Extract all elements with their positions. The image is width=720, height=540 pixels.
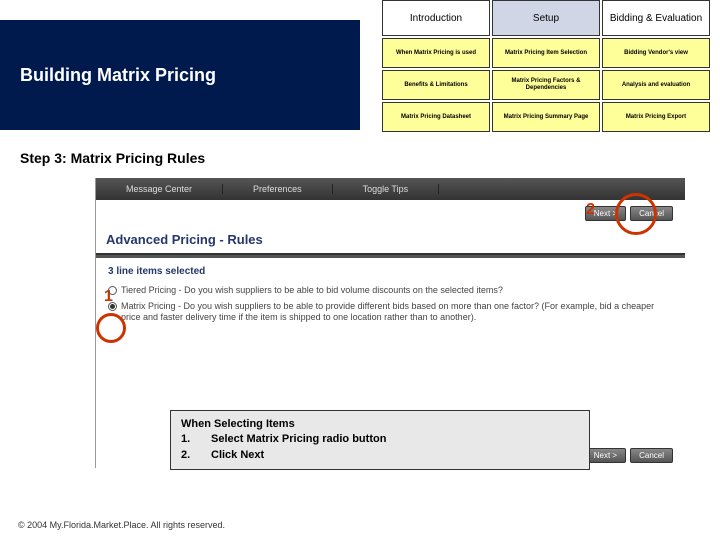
title-banner: Building Matrix Pricing: [0, 20, 360, 130]
topic-factors[interactable]: Matrix Pricing Factors & Dependencies: [492, 70, 600, 100]
panel-title: Advanced Pricing - Rules: [96, 226, 685, 255]
topic-item-selection[interactable]: Matrix Pricing Item Selection: [492, 38, 600, 68]
cancel-button-bottom[interactable]: Cancel: [630, 448, 673, 463]
callout-num-1: 1.: [181, 432, 211, 447]
header-toggle-tips[interactable]: Toggle Tips: [333, 184, 440, 194]
tab-setup[interactable]: Setup: [492, 0, 600, 36]
option-tiered-label: Tiered Pricing - Do you wish suppliers t…: [121, 285, 503, 297]
next-button-bottom[interactable]: Next >: [585, 448, 626, 463]
app-header-bar: Message Center Preferences Toggle Tips: [96, 178, 685, 200]
header-message-center[interactable]: Message Center: [96, 184, 223, 194]
topic-datasheet[interactable]: Matrix Pricing Datasheet: [382, 102, 490, 132]
callout-step-2: Click Next: [211, 448, 264, 463]
marker-2: 2: [586, 201, 595, 219]
items-selected-label: 3 line items selected: [108, 266, 673, 277]
copyright: © 2004 My.Florida.Market.Place. All righ…: [18, 520, 225, 530]
cancel-button-top[interactable]: Cancel: [630, 206, 673, 221]
topic-vendor-view[interactable]: Bidding Vendor's view: [602, 38, 710, 68]
panel-body: 1 3 line items selected Tiered Pricing -…: [96, 258, 685, 336]
option-matrix-pricing[interactable]: Matrix Pricing - Do you wish suppliers t…: [108, 301, 673, 324]
callout-title: When Selecting Items: [181, 417, 579, 432]
topic-when-used[interactable]: When Matrix Pricing is used: [382, 38, 490, 68]
topic-summary[interactable]: Matrix Pricing Summary Page: [492, 102, 600, 132]
option-tiered-pricing[interactable]: Tiered Pricing - Do you wish suppliers t…: [108, 285, 673, 297]
topic-benefits[interactable]: Benefits & Limitations: [382, 70, 490, 100]
radio-tiered[interactable]: [108, 286, 117, 295]
header-preferences[interactable]: Preferences: [223, 184, 333, 194]
section-tabs: Introduction Setup Bidding & Evaluation: [382, 0, 710, 36]
callout-step-1: Select Matrix Pricing radio button: [211, 432, 386, 447]
callout-num-2: 2.: [181, 448, 211, 463]
topic-analysis[interactable]: Analysis and evaluation: [602, 70, 710, 100]
option-matrix-label: Matrix Pricing - Do you wish suppliers t…: [121, 301, 673, 324]
step-title: Step 3: Matrix Pricing Rules: [20, 150, 205, 166]
radio-matrix[interactable]: [108, 302, 117, 311]
title-text: Building Matrix Pricing: [20, 65, 216, 86]
tab-bidding-evaluation[interactable]: Bidding & Evaluation: [602, 0, 710, 36]
topic-export[interactable]: Matrix Pricing Export: [602, 102, 710, 132]
topic-grid: When Matrix Pricing is used Matrix Prici…: [382, 38, 710, 132]
tab-introduction[interactable]: Introduction: [382, 0, 490, 36]
top-button-row: 2 Next > Cancel: [96, 200, 685, 226]
instruction-callout: When Selecting Items 1. Select Matrix Pr…: [170, 410, 590, 470]
